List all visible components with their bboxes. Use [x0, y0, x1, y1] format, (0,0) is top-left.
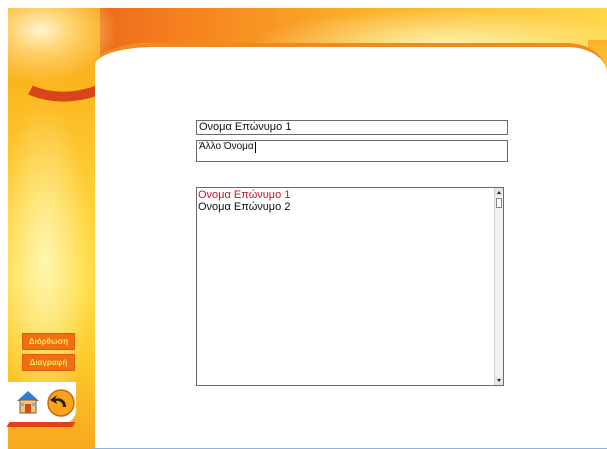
scroll-thumb[interactable]: [496, 198, 502, 208]
text-caret: [254, 142, 256, 153]
delete-button-label: Διαγραφή: [29, 358, 68, 367]
scroll-up-arrow-icon[interactable]: [495, 188, 503, 196]
alternate-name-field[interactable]: Άλλο Όνομα: [196, 140, 508, 162]
names-listbox[interactable]: Ονομα Επώνυμο 1 Ονομα Επώνυμο 2: [196, 187, 504, 386]
listbox-scrollbar[interactable]: [494, 188, 503, 385]
tray-stripe: [6, 422, 76, 427]
edit-button-label: Διόρθωση: [28, 337, 69, 346]
list-item[interactable]: Ονομα Επώνυμο 1: [198, 189, 290, 201]
name-field[interactable]: Ονομα Επώνυμο 1: [196, 120, 508, 135]
main-panel-border: [95, 43, 607, 77]
name-field-value: Ονομα Επώνυμο 1: [199, 121, 292, 133]
app-frame: Ονομα Επώνυμο 1 Άλλο Όνομα Ονομα Επώνυμο…: [0, 0, 607, 449]
edit-button[interactable]: Διόρθωση: [22, 333, 75, 350]
list-item-label: Ονομα Επώνυμο 2: [198, 201, 291, 213]
list-item[interactable]: Ονομα Επώνυμο 2: [198, 201, 290, 213]
back-arrow-icon[interactable]: [46, 388, 76, 418]
scroll-down-arrow-icon[interactable]: [495, 377, 503, 385]
delete-button[interactable]: Διαγραφή: [22, 354, 75, 371]
list-item-label: Ονομα Επώνυμο 1: [198, 189, 291, 201]
alternate-name-value: Άλλο Όνομα: [199, 141, 254, 152]
home-icon[interactable]: [14, 388, 42, 416]
